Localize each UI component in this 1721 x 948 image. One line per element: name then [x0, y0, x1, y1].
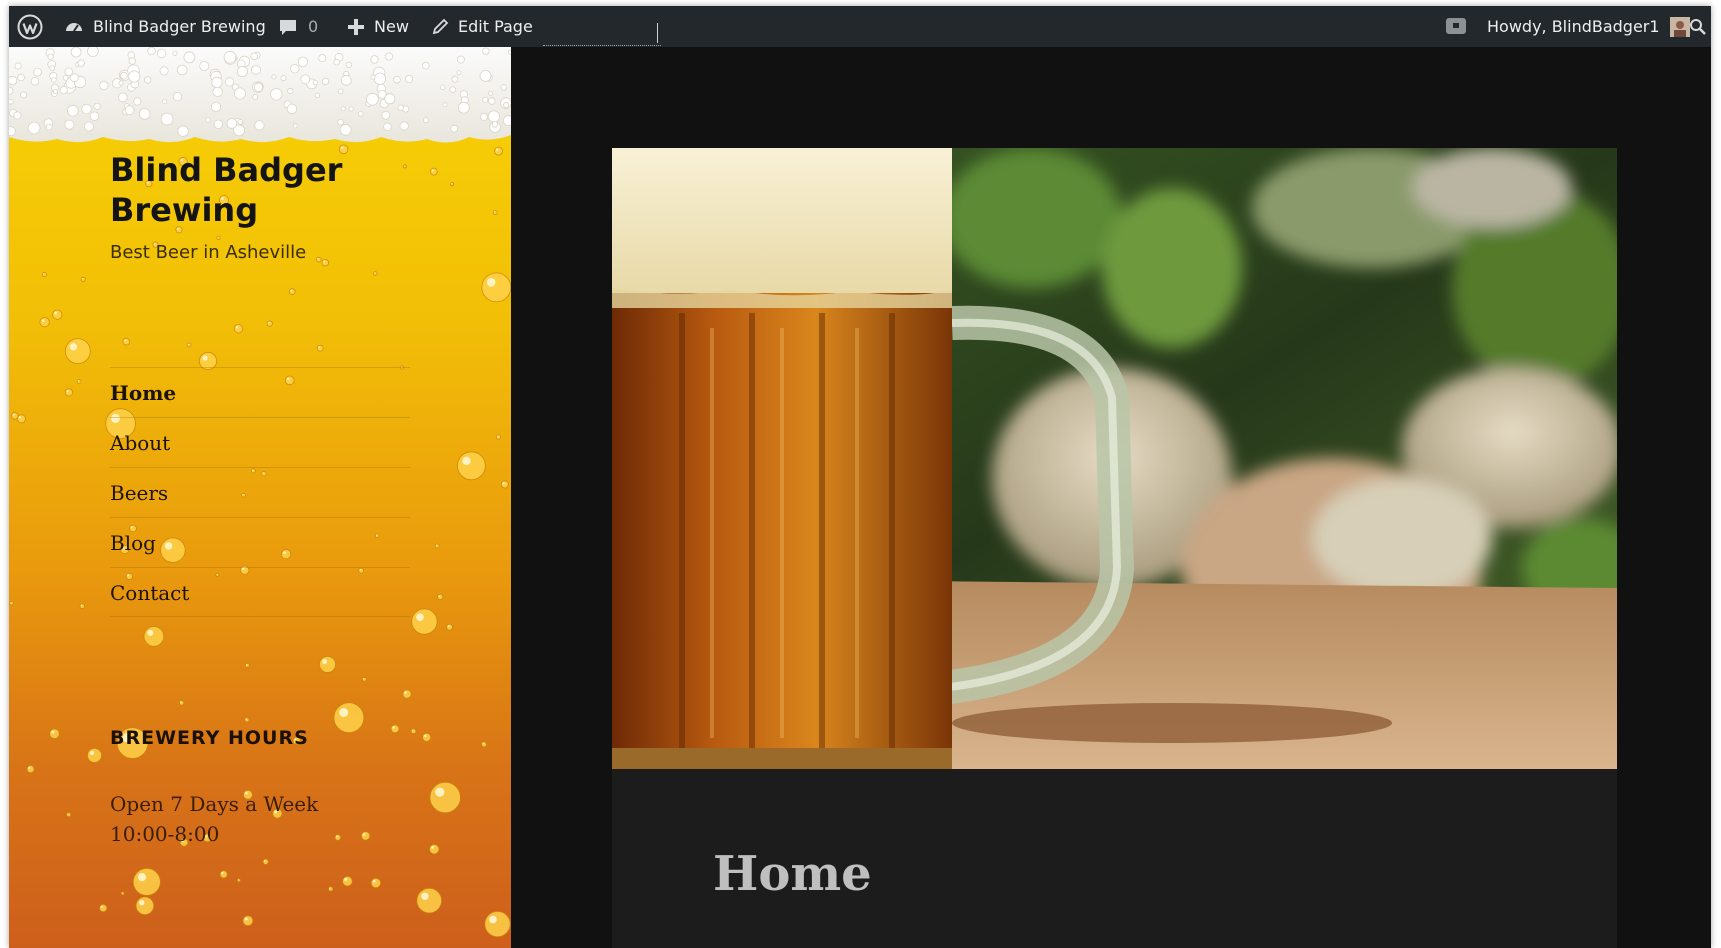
admin-bar: Blind Badger Brewing 0 New Edit Page How… — [9, 6, 1711, 47]
sidebar: Blind Badger Brewing Best Beer in Ashevi… — [9, 47, 511, 948]
comment-icon — [278, 17, 298, 37]
nav-item-contact[interactable]: Contact — [110, 567, 410, 617]
widget-title: BREWERY HOURS — [110, 727, 309, 749]
content-article: Home — [612, 148, 1617, 948]
search-button[interactable] — [1689, 6, 1707, 47]
wordpress-logo-button[interactable] — [17, 6, 43, 47]
text-cursor — [657, 23, 658, 43]
nav-item-home[interactable]: Home — [110, 367, 410, 417]
edit-page-label: Edit Page — [458, 17, 533, 36]
comments-button[interactable]: 0 — [278, 6, 318, 47]
speech-bubble-icon — [1445, 16, 1467, 38]
pencil-icon — [431, 18, 449, 36]
site-name-label: Blind Badger Brewing — [93, 17, 266, 36]
hours-line-times: 10:00-8:00 — [110, 822, 220, 846]
account-menu[interactable]: Howdy, BlindBadger1 — [1487, 6, 1690, 47]
edit-page-button[interactable]: Edit Page — [431, 6, 533, 47]
new-content-button[interactable]: New — [347, 6, 409, 47]
admin-search-input[interactable] — [543, 25, 661, 46]
main-navigation: Home About Beers Blog Contact — [110, 367, 410, 617]
nav-item-about[interactable]: About — [110, 417, 410, 467]
browser-page: Blind Badger Brewing 0 New Edit Page How… — [9, 6, 1711, 948]
site-name-menu[interactable]: Blind Badger Brewing — [64, 6, 266, 47]
avatar — [1669, 16, 1690, 37]
comments-count: 0 — [308, 17, 319, 36]
featured-image-beer-mug — [612, 148, 1617, 769]
widget-text: Open 7 Days a Week 10:00-8:00 — [110, 789, 370, 849]
site-title[interactable]: Blind Badger Brewing — [110, 150, 430, 230]
search-icon — [1689, 18, 1707, 36]
new-label: New — [374, 17, 409, 36]
nav-item-beers[interactable]: Beers — [110, 467, 410, 517]
notification-button[interactable] — [1445, 6, 1467, 47]
nav-item-blog[interactable]: Blog — [110, 517, 410, 567]
page-title: Home — [713, 846, 872, 902]
dashboard-icon — [64, 17, 84, 37]
wordpress-icon — [17, 14, 43, 40]
plus-icon — [347, 18, 365, 36]
greeting-label: Howdy, BlindBadger1 — [1487, 17, 1660, 36]
hours-line-days: Open 7 Days a Week — [110, 792, 319, 816]
site-tagline: Best Beer in Asheville — [110, 242, 307, 263]
